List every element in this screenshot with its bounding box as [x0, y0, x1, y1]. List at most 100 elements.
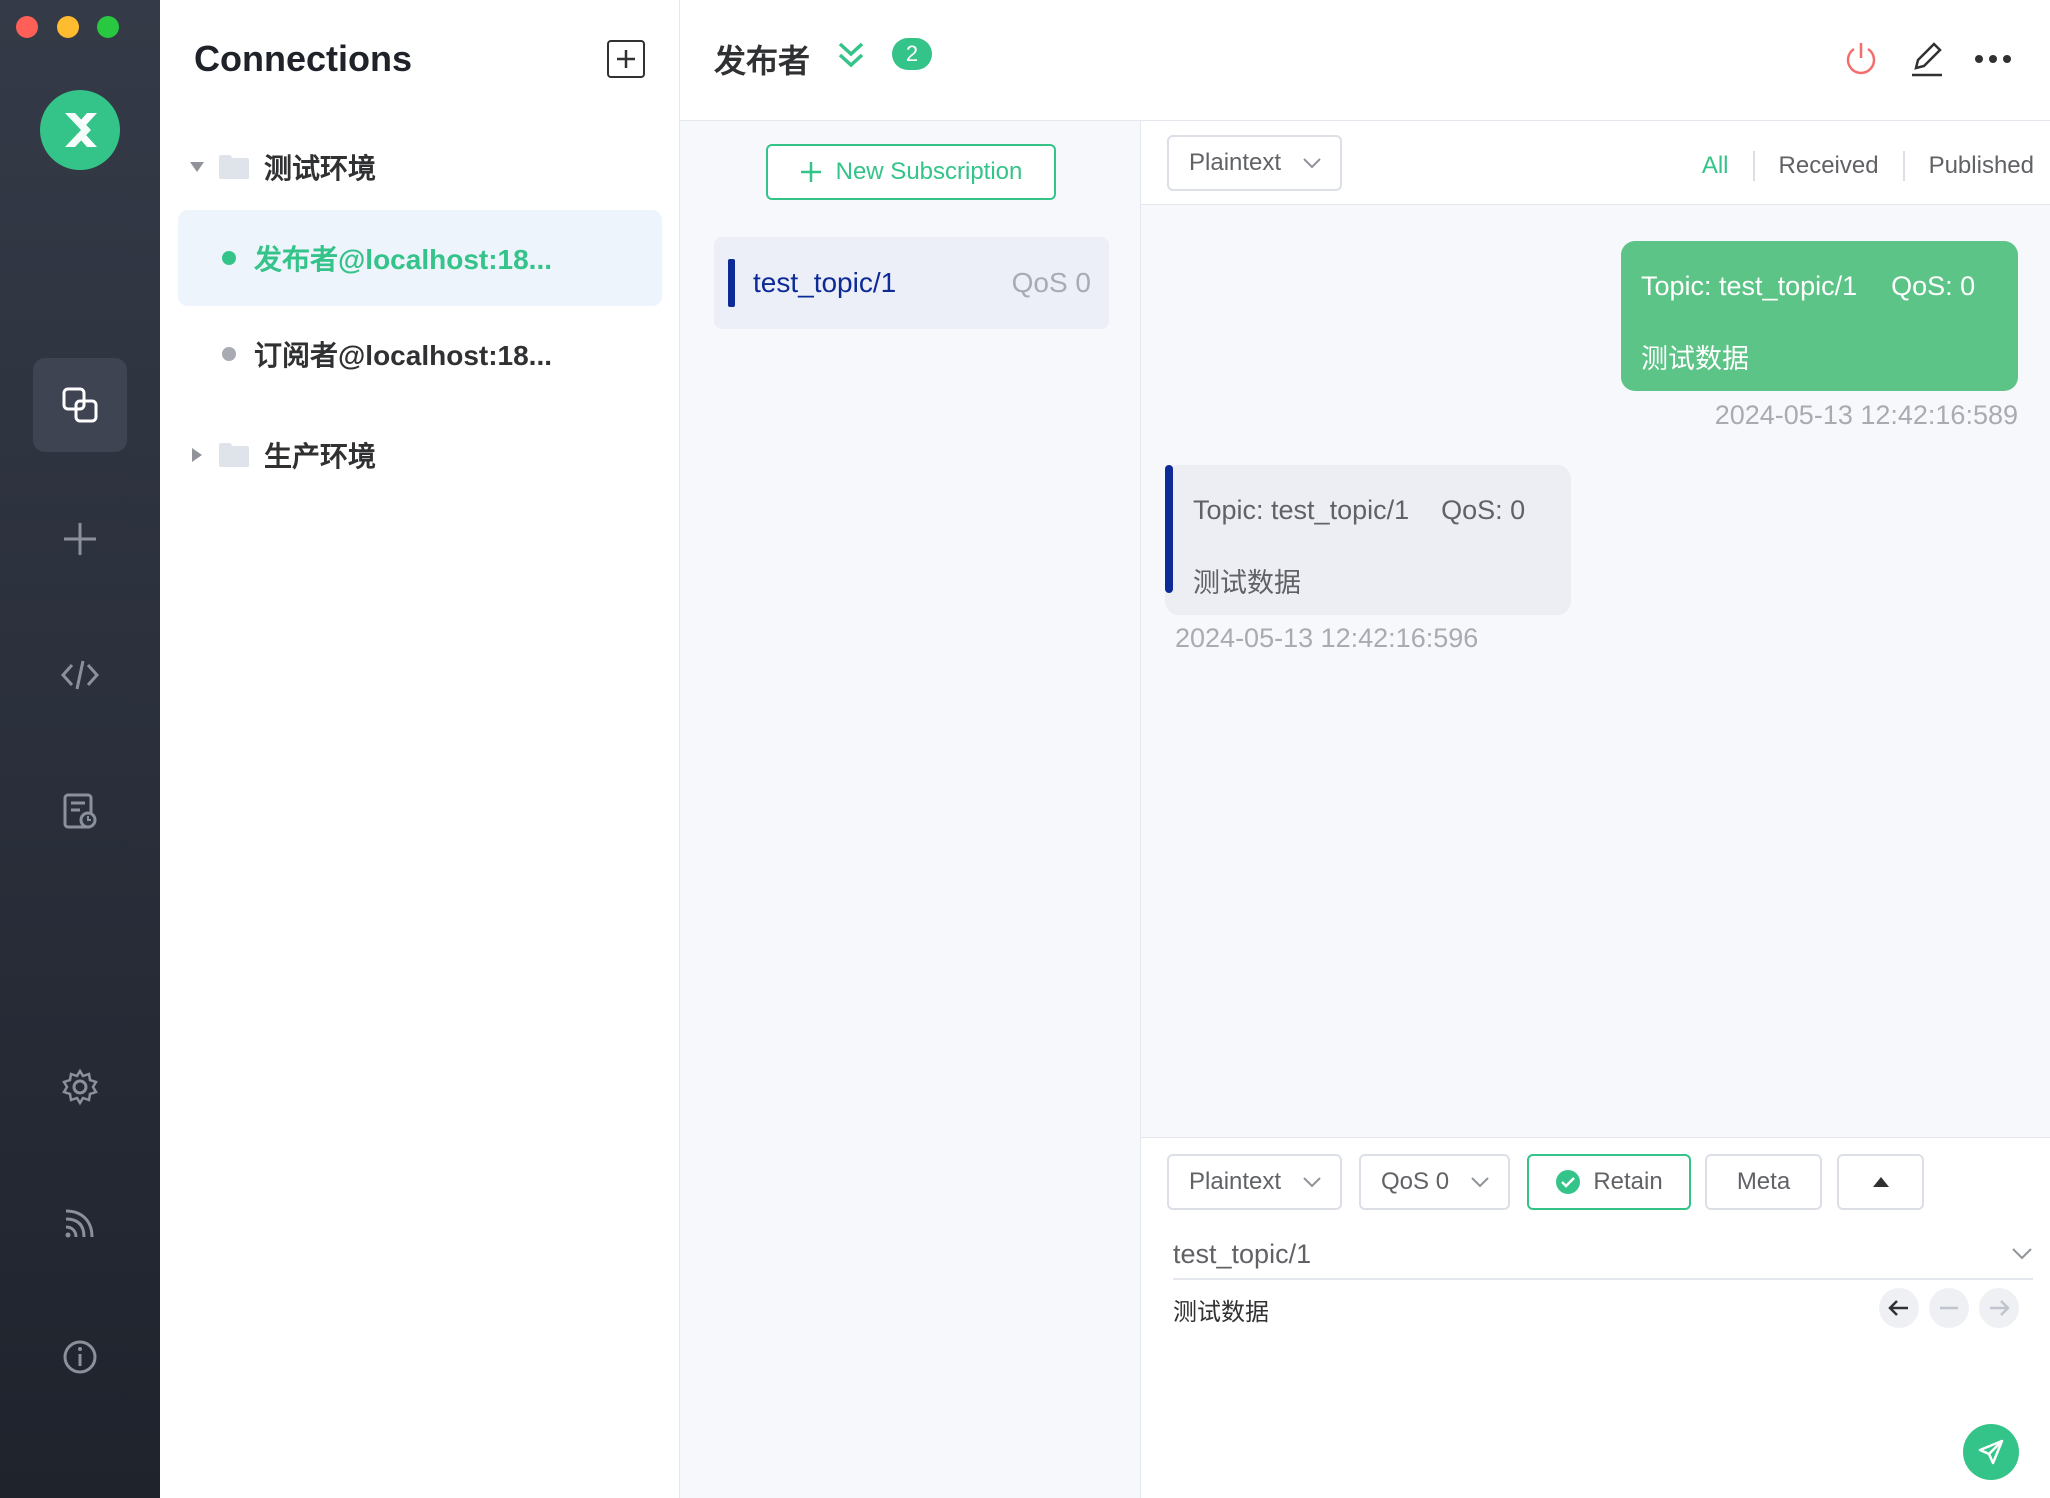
connection-header: 发布者 2 — [680, 0, 2050, 121]
nav-script[interactable] — [33, 628, 127, 722]
chevron-down-icon — [1303, 158, 1321, 169]
app-logo — [40, 90, 120, 170]
publish-topic-input[interactable]: test_topic/1 — [1173, 1230, 2033, 1280]
publish-panel: Plaintext QoS 0 Retain Meta test_topic/1… — [1141, 1137, 2050, 1498]
send-icon — [1978, 1439, 2004, 1465]
more-horizontal-icon — [1975, 55, 2011, 63]
message-topic: Topic: test_topic/1 — [1193, 495, 1410, 525]
connection-name: 订阅者@localhost:18... — [254, 340, 553, 371]
chevron-down-icon — [1303, 1177, 1321, 1188]
messages-panel: Plaintext All Received Published Topic: … — [1141, 121, 2050, 1137]
connections-title: Connections — [194, 38, 413, 79]
plus-icon — [800, 162, 821, 182]
connection-item-subscriber[interactable]: 订阅者@localhost:18... — [178, 306, 662, 402]
subscription-qos: QoS 0 — [1011, 267, 1091, 298]
arrow-left-icon — [1888, 1300, 1908, 1316]
subscription-topic: test_topic/1 — [753, 267, 897, 298]
edit-connection-button[interactable] — [1906, 38, 1948, 80]
disconnect-button[interactable] — [1840, 38, 1882, 80]
nav-about[interactable] — [33, 1310, 127, 1404]
nav-new-connection[interactable] — [33, 492, 127, 586]
payload-format-select[interactable]: Plaintext — [1167, 135, 1342, 191]
message-meta: Topic: test_topic/1 QoS: 0 — [1641, 271, 1975, 302]
window-minimize-button[interactable] — [57, 16, 79, 38]
window-close-button[interactable] — [16, 16, 38, 38]
chevron-down-icon[interactable] — [2011, 1247, 2033, 1261]
expand-publish-button[interactable] — [1837, 1154, 1924, 1210]
logo-icon — [65, 113, 97, 147]
check-circle-icon — [1556, 1170, 1581, 1194]
received-message[interactable]: Topic: test_topic/1 QoS: 0 测试数据 — [1165, 465, 1571, 615]
history-prev-button[interactable] — [1879, 1288, 1919, 1328]
topic-color-bar — [728, 259, 735, 307]
subscription-count-badge: 2 — [892, 38, 932, 70]
publish-format-value: Plaintext — [1189, 1168, 1282, 1195]
edit-icon — [1912, 42, 1942, 77]
history-clear-button[interactable] — [1929, 1288, 1969, 1328]
history-next-button[interactable] — [1979, 1288, 2019, 1328]
publish-qos-value: QoS 0 — [1381, 1168, 1450, 1195]
send-button[interactable] — [1963, 1424, 2019, 1480]
subscription-item[interactable]: test_topic/1 QoS 0 — [714, 237, 1109, 329]
folder-icon — [219, 155, 249, 179]
folder-icon — [219, 443, 249, 467]
connections-icon — [62, 387, 98, 423]
double-chevron-down-icon — [838, 42, 864, 68]
meta-label: Meta — [1736, 1168, 1791, 1195]
code-icon — [60, 660, 100, 690]
nav-feed[interactable] — [33, 1176, 127, 1270]
chevron-down-icon — [1471, 1177, 1489, 1188]
retain-toggle[interactable]: Retain — [1527, 1154, 1691, 1210]
publish-format-select[interactable]: Plaintext — [1167, 1154, 1342, 1210]
message-qos: QoS: 0 — [1441, 495, 1526, 525]
connection-name: 发布者@localhost:18... — [254, 244, 553, 275]
tab-received[interactable]: Received — [1755, 152, 1903, 180]
connection-item-publisher[interactable]: 发布者@localhost:18... — [178, 210, 662, 306]
message-filter-bar: Plaintext All Received Published — [1141, 121, 2050, 205]
nav-settings[interactable] — [33, 1040, 127, 1134]
caret-down-icon — [188, 161, 206, 173]
more-options-button[interactable] — [1972, 38, 2014, 80]
nav-connections[interactable] — [33, 358, 127, 452]
connections-panel: Connections 测试环境 发布者@localhost:18... 订阅者… — [160, 0, 680, 1498]
message-payload: 测试数据 — [1641, 344, 1749, 374]
publish-payload-editor[interactable]: 测试数据 — [1173, 1280, 1269, 1327]
arrow-right-icon — [1990, 1300, 2010, 1316]
folder-group-test[interactable]: 测试环境 — [160, 142, 680, 192]
folder-group-production[interactable]: 生产环境 — [160, 430, 680, 480]
message-type-tabs: All Received Published — [1678, 151, 2034, 181]
topic-color-bar — [1165, 465, 1173, 593]
caret-up-icon — [1872, 1177, 1889, 1187]
message-qos: QoS: 0 — [1891, 271, 1976, 301]
add-folder-button[interactable] — [607, 40, 645, 78]
publish-qos-select[interactable]: QoS 0 — [1359, 1154, 1510, 1210]
log-icon — [63, 793, 97, 829]
folder-label: 生产环境 — [264, 441, 377, 472]
nav-log[interactable] — [33, 764, 127, 858]
main-panel: 发布者 2 New Subscription test_topic/1 QoS … — [680, 0, 2050, 1498]
message-timestamp: 2024-05-13 12:42:16:589 — [1714, 400, 2018, 430]
folder-label: 测试环境 — [264, 153, 377, 184]
info-icon — [63, 1340, 97, 1374]
message-topic: Topic: test_topic/1 — [1641, 271, 1858, 301]
window-zoom-button[interactable] — [97, 16, 119, 38]
tab-all[interactable]: All — [1678, 152, 1753, 180]
app-sidebar — [0, 0, 160, 1498]
connection-title: 发布者 — [714, 43, 811, 79]
message-payload: 测试数据 — [1193, 568, 1301, 598]
caret-right-icon — [188, 447, 206, 463]
settings-icon — [62, 1068, 98, 1106]
meta-button[interactable]: Meta — [1705, 1154, 1822, 1210]
status-dot-disconnected — [222, 347, 236, 361]
rss-icon — [65, 1209, 94, 1238]
status-dot-connected — [222, 251, 236, 265]
collapse-toggle[interactable] — [834, 38, 868, 77]
message-timestamp: 2024-05-13 12:42:16:596 — [1175, 623, 1479, 653]
published-message[interactable]: Topic: test_topic/1 QoS: 0 测试数据 — [1621, 241, 2018, 391]
new-subscription-button[interactable]: New Subscription — [766, 144, 1056, 200]
new-subscription-label: New Subscription — [835, 158, 1023, 185]
tab-published[interactable]: Published — [1905, 152, 2034, 180]
publish-topic-value: test_topic/1 — [1173, 1238, 1312, 1269]
minus-icon — [1940, 1306, 1958, 1310]
power-icon — [1846, 43, 1876, 75]
